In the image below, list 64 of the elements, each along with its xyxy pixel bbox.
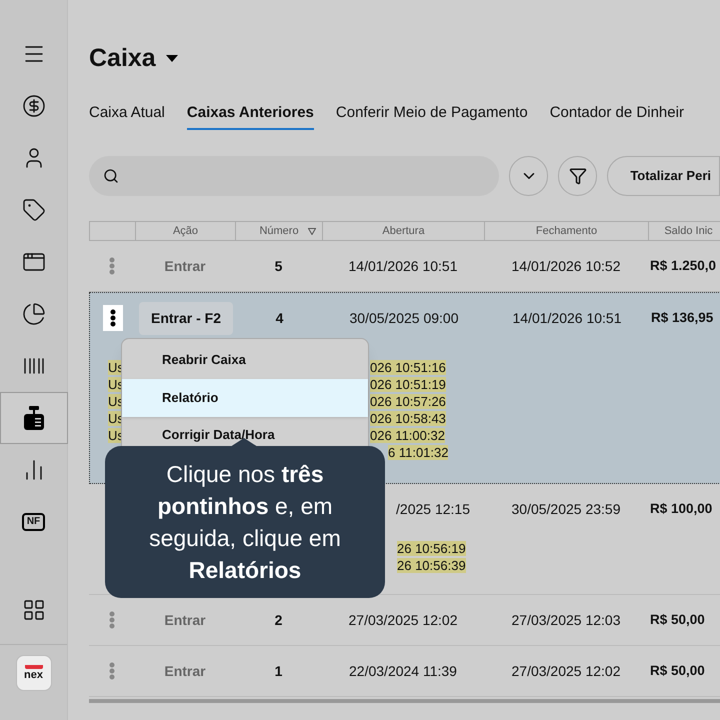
log-text: 26 10:56:19 [397,541,466,556]
nf-icon: NF [22,513,46,531]
dots-icon [109,257,115,275]
table-cell-text: 22/03/2024 11:39 [349,662,457,680]
filter-icon [568,167,587,185]
table-cell-text: 14/01/2026 10:51 [512,308,622,328]
enter-button[interactable]: Entrar [164,660,206,682]
tab[interactable]: Caixas Anteriores [186,102,314,130]
tab[interactable]: Contador de Dinheir [550,102,684,130]
sidebar-item[interactable]: NF [0,496,68,548]
table-cell-text: 27/03/2025 12:02 [512,662,620,680]
logo[interactable]: nex [16,655,52,691]
column-header[interactable]: Número [259,222,299,240]
enter-button[interactable]: Entrar [164,256,206,276]
table-cell-text: 4 [276,308,284,328]
table-cell-text: 27/03/2025 12:02 [348,610,458,630]
table-cell-text: 1 [274,662,282,680]
filter-button[interactable] [558,156,598,196]
register-icon [22,406,44,430]
page-title: Caixa [89,43,156,74]
table-cell: R$ 136,95 [651,310,714,325]
table-cell-text: /2025 12:15 [395,500,470,518]
table-cell: R$ 50,00 [650,662,705,678]
tab[interactable]: Caixa Atual [89,102,165,130]
caret-icon[interactable] [166,55,178,62]
dots-icon [110,309,116,327]
log-text: 026 11:00:32 [370,428,445,443]
column-header[interactable]: Saldo Inic [664,222,713,240]
log-text: 026 10:58:43 [370,411,446,426]
column-header[interactable]: Abertura [382,222,425,240]
log-text: 026 10:57:26 [370,394,446,409]
table-cell-text: 27/03/2025 12:03 [512,610,620,630]
pie-chart-icon [22,302,46,326]
enter-button[interactable]: Entrar - F2 [138,302,233,334]
tab[interactable]: Conferir Meio de Pagamento [336,102,528,130]
table-cell-text: 14/01/2026 10:52 [512,256,620,276]
sort-icon[interactable] [308,228,316,234]
log-text: 026 10:51:16 [370,360,446,375]
grid-icon [22,598,46,622]
dots-icon [109,662,115,680]
sidebar-item[interactable] [0,392,68,444]
log-text: 026 10:51:19 [370,377,446,392]
log-text: 6 11:01:32 [388,445,448,460]
enter-button[interactable]: Entrar [164,610,206,630]
search-field[interactable] [89,156,500,196]
total-button[interactable]: Totalizar Peri [607,156,720,196]
dollar-icon [22,94,46,118]
dots-icon [109,611,115,629]
search-icon [103,168,119,184]
menu-item[interactable]: Reabrir Caixa [122,341,368,379]
tag-icon [22,198,46,222]
table-cell-text: 30/05/2025 23:59 [512,500,620,518]
table-cell-text: 30/05/2025 09:00 [350,308,458,328]
table-cell-text: 14/01/2026 10:51 [348,256,458,276]
table-cell: R$ 100,00 [650,500,712,516]
column-header[interactable]: Ação [172,222,198,240]
column-header[interactable]: Fechamento [536,222,598,240]
table-cell: R$ 1.250,0 [650,258,716,273]
table-cell-text: 2 [274,610,282,630]
table-cell: R$ 50,00 [650,612,705,627]
log-text: 26 10:56:39 [397,558,466,573]
menu-item[interactable]: Relatório [122,379,368,417]
table-cell-text: 5 [274,256,282,276]
more-button[interactable] [103,305,123,331]
